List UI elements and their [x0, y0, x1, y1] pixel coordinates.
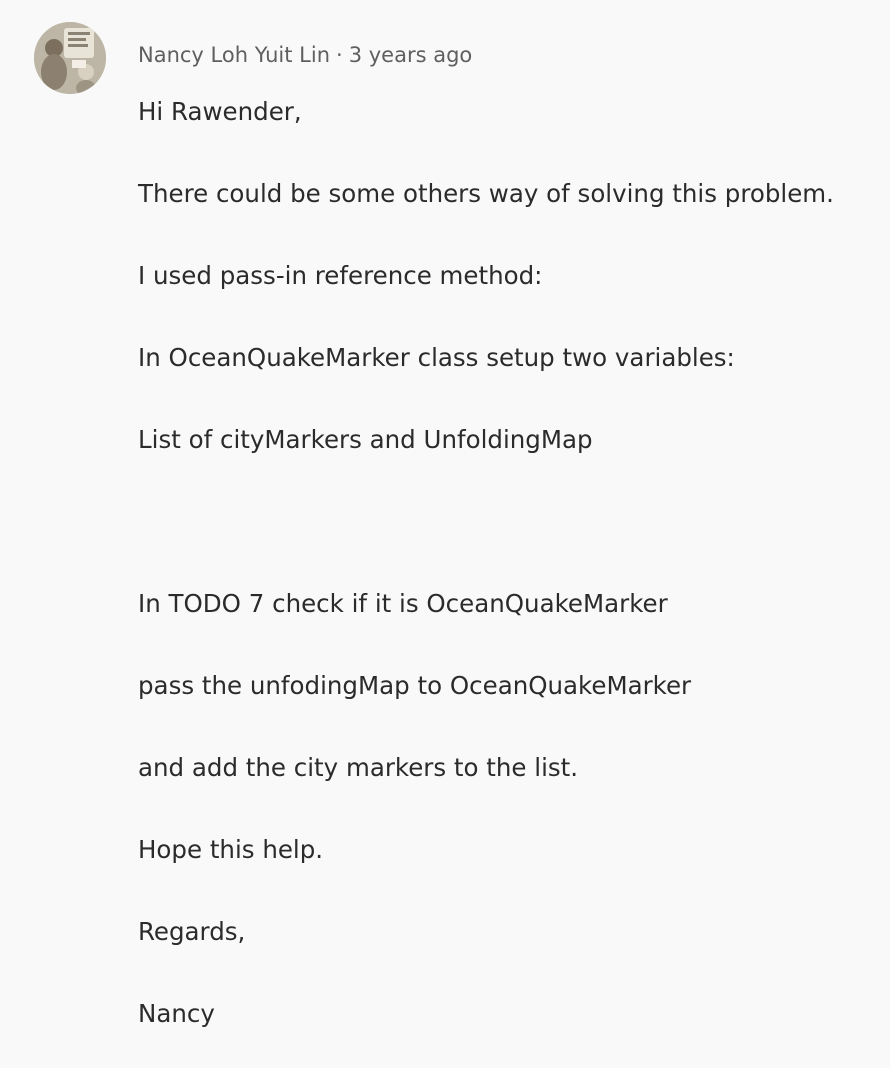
comment-line: In OceanQuakeMarker class setup two vari…: [138, 343, 735, 372]
comment-line: Hi Rawender,: [138, 97, 302, 126]
comment-meta: Nancy Loh Yuit Lin · 3 years ago: [138, 41, 472, 69]
meta-separator: ·: [336, 43, 343, 67]
user-avatar-icon[interactable]: [34, 22, 106, 94]
comment-line: In TODO 7 check if it is OceanQuakeMarke…: [138, 589, 668, 618]
comment-line: There could be some others way of solvin…: [138, 179, 834, 208]
comment-line: Hope this help.: [138, 835, 324, 864]
comment-card: Nancy Loh Yuit Lin · 3 years ago Hi Rawend…: [0, 0, 890, 1068]
comment-body: Hi Rawender, There could be some others …: [138, 94, 883, 1032]
comment-line: pass the unfodingMap to OceanQuakeMarker: [138, 671, 692, 700]
comment-line: and add the city markers to the list.: [138, 753, 579, 782]
comment-line: List of cityMarkers and UnfoldingMap: [138, 425, 593, 454]
comment-line: Regards,: [138, 917, 246, 946]
avatar-image: [34, 22, 106, 94]
comment-line: I used pass-in reference method:: [138, 261, 543, 290]
comment-timestamp[interactable]: 3 years ago: [349, 43, 473, 67]
comment-line: Nancy: [138, 999, 215, 1028]
author-name[interactable]: Nancy Loh Yuit Lin: [138, 43, 330, 67]
